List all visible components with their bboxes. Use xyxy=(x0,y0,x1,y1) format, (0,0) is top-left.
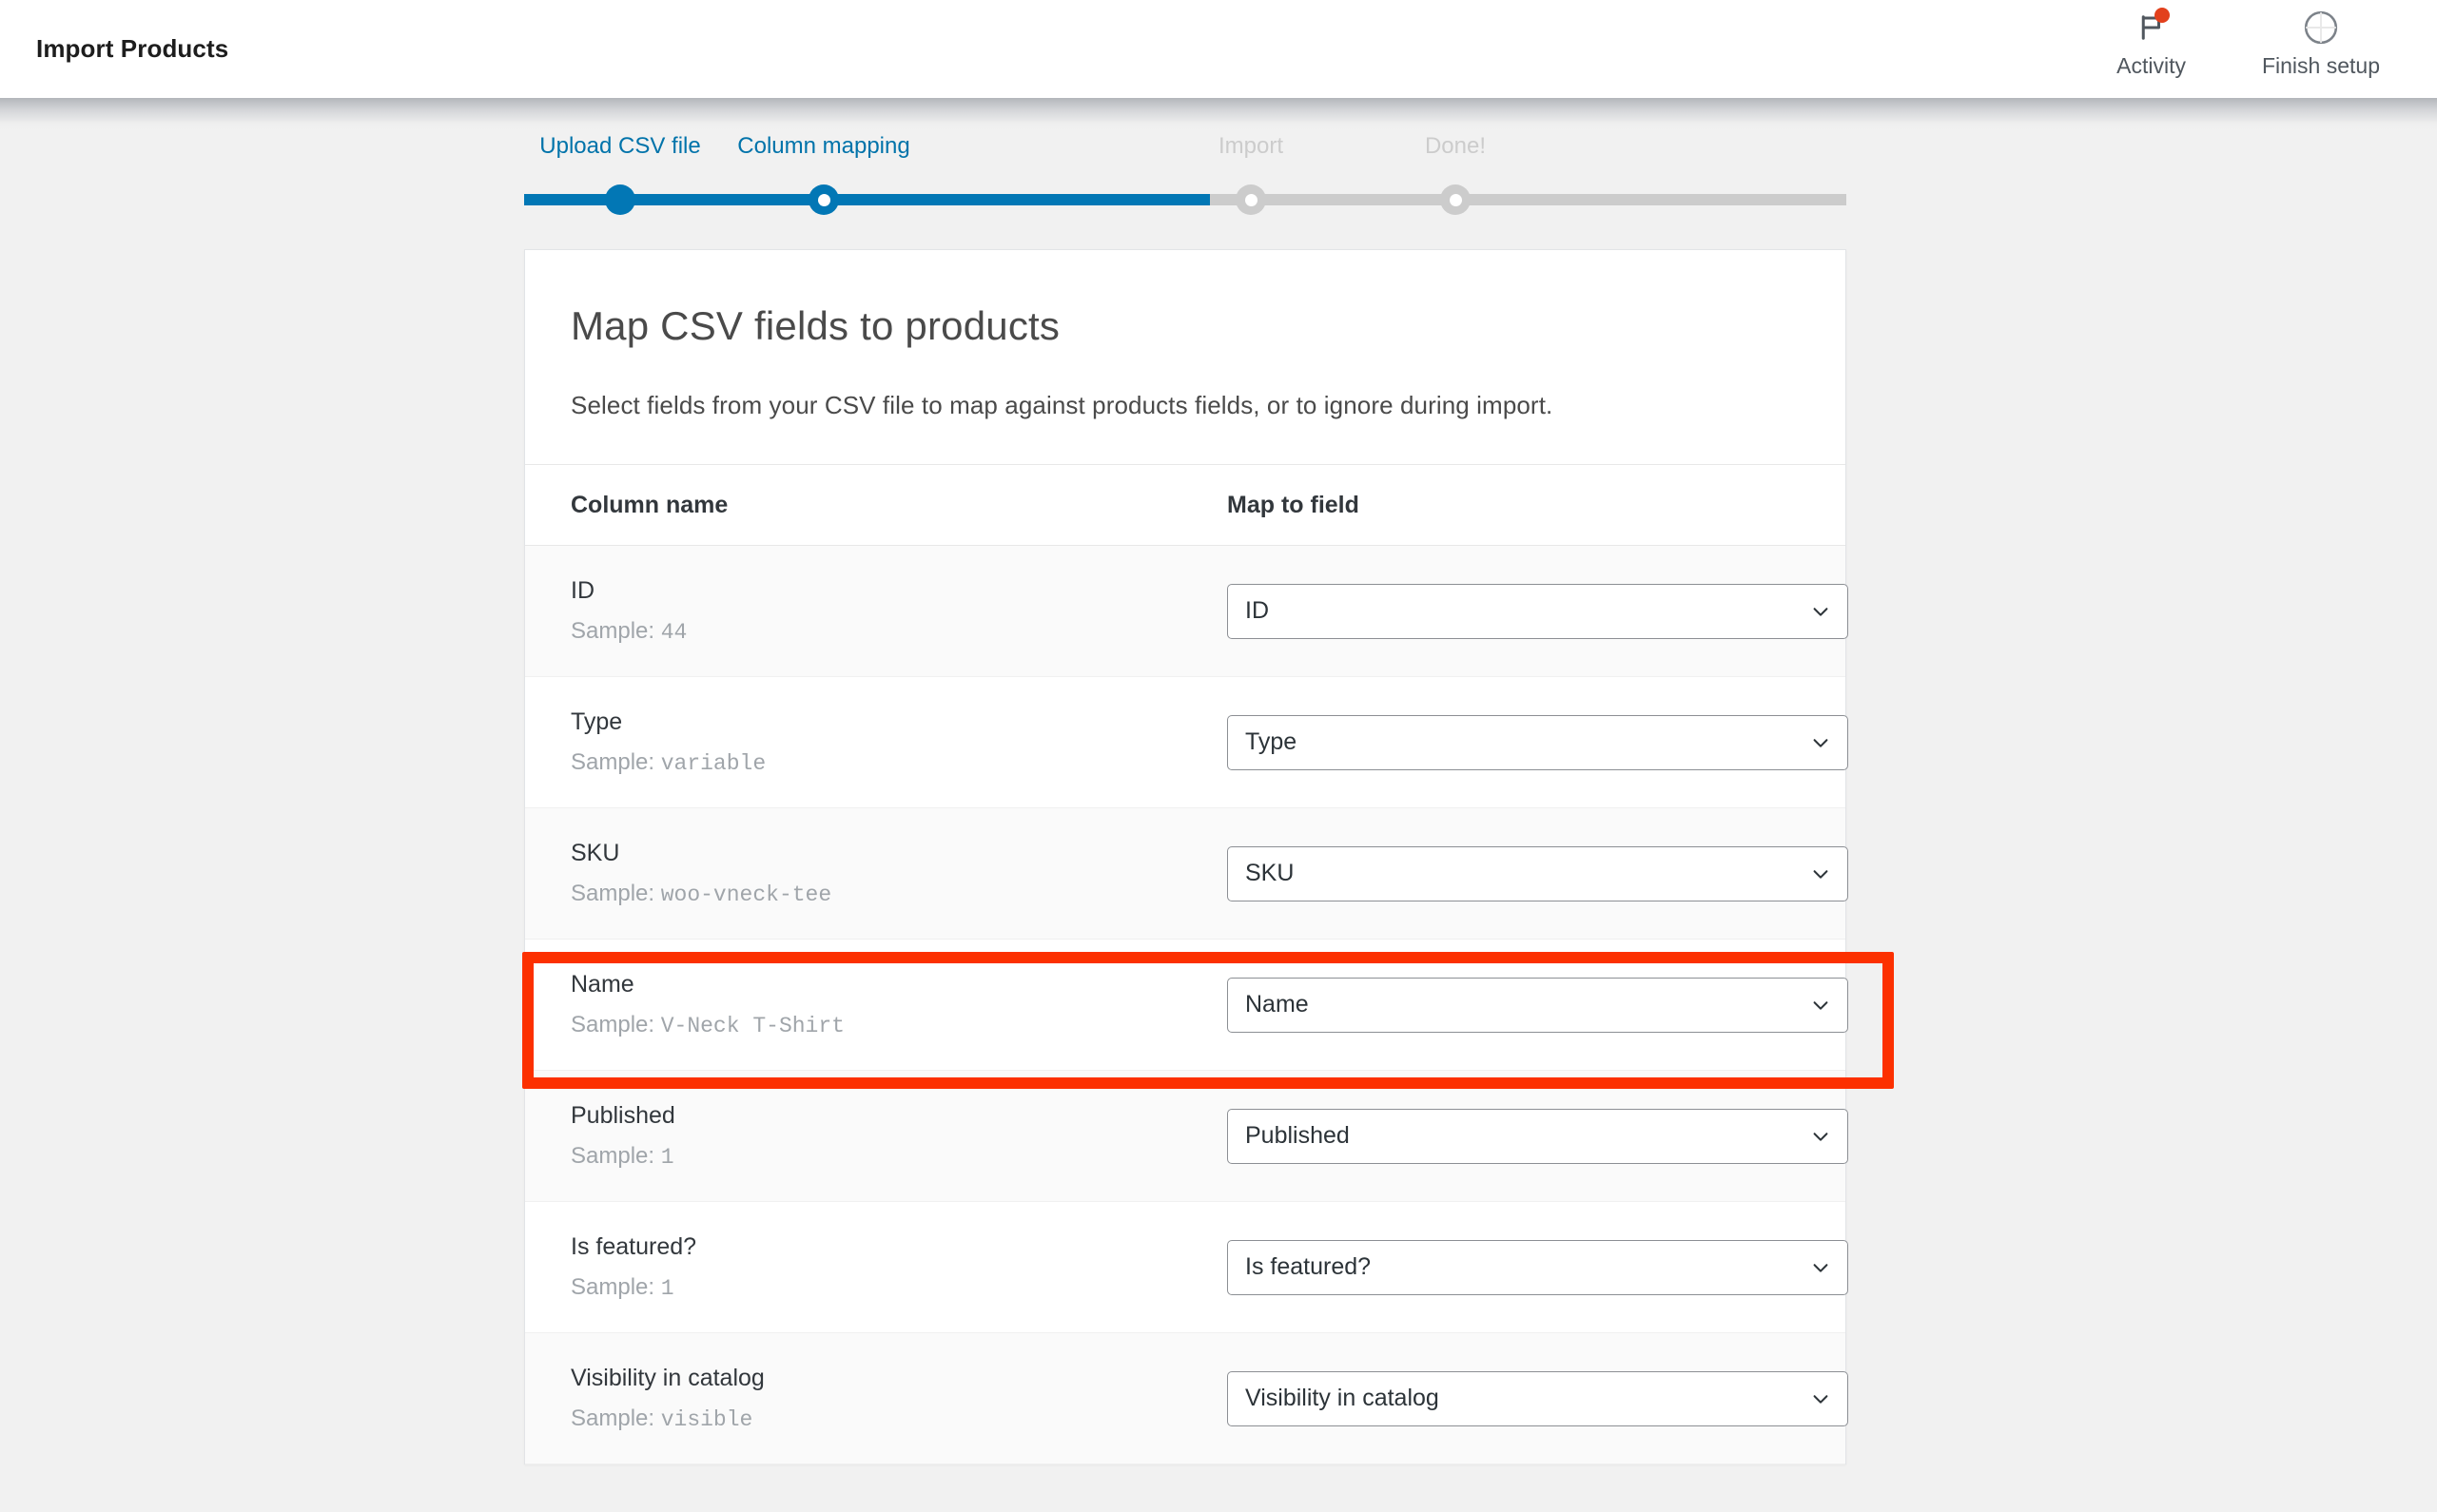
map-field-select-name[interactable]: Name xyxy=(1227,977,1848,1033)
app-header: Import Products Activity Finish setup xyxy=(0,0,2437,98)
sample-prefix: Sample: xyxy=(571,881,655,906)
csv-column-sample: Sample: visible xyxy=(571,1405,1227,1432)
column-name-cell: Type Sample: variable xyxy=(571,708,1227,776)
map-field-selected-value: Is featured? xyxy=(1245,1253,1372,1280)
map-to-field-cell: ID xyxy=(1227,583,1848,639)
csv-column-name: Type xyxy=(571,708,623,735)
chevron-down-icon xyxy=(1810,1388,1831,1409)
column-name-cell: Published Sample: 1 xyxy=(571,1102,1227,1170)
sample-prefix: Sample: xyxy=(571,749,655,775)
column-name-cell: Name Sample: V-Neck T-Shirt xyxy=(571,971,1227,1038)
map-to-field-cell: Visibility in catalog xyxy=(1227,1370,1848,1426)
finish-setup-label: Finish setup xyxy=(2261,53,2380,78)
csv-column-name: Published xyxy=(571,1102,675,1129)
map-to-field-cell: Published xyxy=(1227,1108,1848,1164)
csv-column-name: Visibility in catalog xyxy=(571,1365,765,1391)
column-name-cell: Visibility in catalog Sample: visible xyxy=(571,1365,1227,1432)
map-to-field-cell: Type xyxy=(1227,714,1848,770)
chevron-down-icon xyxy=(1810,995,1831,1016)
csv-column-sample: Sample: 1 xyxy=(571,1274,1227,1301)
step-dot-import xyxy=(1236,184,1266,215)
sample-prefix: Sample: xyxy=(571,1012,655,1037)
stepper-track xyxy=(524,194,1846,205)
sample-value: visible xyxy=(660,1407,753,1432)
chevron-down-icon xyxy=(1810,1126,1831,1147)
stepper-labels: Upload CSV file Column mapping Import Do… xyxy=(524,133,1846,179)
column-name-cell: SKU Sample: woo-vneck-tee xyxy=(571,840,1227,907)
table-row: Name Sample: V-Neck T-Shirt Name xyxy=(525,940,1848,1071)
card-description: Select fields from your CSV file to map … xyxy=(571,391,1553,419)
map-to-field-cell: SKU xyxy=(1227,845,1848,901)
step-dot-column-mapping[interactable] xyxy=(809,184,839,215)
mapping-card: Map CSV fields to products Select fields… xyxy=(524,249,1848,1464)
step-label-upload-csv-file[interactable]: Upload CSV file xyxy=(539,133,700,160)
chevron-down-icon xyxy=(1810,732,1831,753)
sample-value: 44 xyxy=(660,620,688,645)
table-row: ID Sample: 44 ID xyxy=(525,546,1848,677)
map-field-selected-value: Visibility in catalog xyxy=(1245,1385,1439,1411)
csv-column-sample: Sample: 44 xyxy=(571,618,1227,645)
page-title: Import Products xyxy=(36,34,229,63)
table-row: Is featured? Sample: 1 Is featured? xyxy=(525,1202,1848,1333)
step-dot-upload-csv-file[interactable] xyxy=(605,184,635,215)
csv-column-name: ID xyxy=(571,577,595,604)
step-label-done: Done! xyxy=(1424,133,1487,159)
activity-label: Activity xyxy=(2116,53,2186,78)
map-to-field-cell: Name xyxy=(1227,977,1848,1033)
csv-column-name: Name xyxy=(571,971,634,998)
chevron-down-icon xyxy=(1810,1257,1831,1278)
csv-column-sample: Sample: woo-vneck-tee xyxy=(571,881,1227,907)
map-field-select-sku[interactable]: SKU xyxy=(1227,845,1848,901)
csv-column-sample: Sample: variable xyxy=(571,749,1227,776)
progress-circle-icon xyxy=(2300,8,2342,48)
map-field-selected-value: Type xyxy=(1245,728,1297,755)
chevron-down-icon xyxy=(1810,601,1831,622)
flag-icon xyxy=(2131,8,2173,48)
map-field-select-type[interactable]: Type xyxy=(1227,714,1848,770)
header-shadow xyxy=(0,98,2437,130)
column-name-cell: ID Sample: 44 xyxy=(571,577,1227,645)
csv-column-sample: Sample: 1 xyxy=(571,1143,1227,1170)
sample-prefix: Sample: xyxy=(571,618,655,644)
table-row: Published Sample: 1 Published xyxy=(525,1071,1848,1202)
card-header: Map CSV fields to products Select fields… xyxy=(525,250,1845,464)
map-field-select-published[interactable]: Published xyxy=(1227,1108,1848,1164)
chevron-down-icon xyxy=(1810,863,1831,884)
table-header-row: Column name Map to field xyxy=(525,464,1845,546)
map-field-selected-value: SKU xyxy=(1245,860,1295,886)
table-row: Visibility in catalog Sample: visible Vi… xyxy=(525,1333,1848,1464)
sample-value: 1 xyxy=(660,1276,674,1301)
header-actions: Activity Finish setup xyxy=(2105,0,2391,98)
import-stepper: Upload CSV file Column mapping Import Do… xyxy=(524,133,1846,228)
step-label-import: Import xyxy=(1218,133,1284,159)
sample-value: woo-vneck-tee xyxy=(660,882,832,907)
map-field-select-visibility-in-catalog[interactable]: Visibility in catalog xyxy=(1227,1370,1848,1426)
csv-column-name: Is featured? xyxy=(571,1233,697,1260)
map-field-selected-value: Name xyxy=(1245,991,1309,1018)
sample-prefix: Sample: xyxy=(571,1405,655,1431)
map-field-selected-value: Published xyxy=(1245,1122,1350,1149)
csv-column-sample: Sample: V-Neck T-Shirt xyxy=(571,1012,1227,1038)
map-field-select-is-featured[interactable]: Is featured? xyxy=(1227,1239,1848,1295)
column-name-cell: Is featured? Sample: 1 xyxy=(571,1233,1227,1301)
table-row: Type Sample: variable Type xyxy=(525,677,1848,808)
map-field-select-id[interactable]: ID xyxy=(1227,583,1848,639)
sample-prefix: Sample: xyxy=(571,1143,655,1169)
column-header-map-to-field: Map to field xyxy=(1227,491,1359,518)
map-to-field-cell: Is featured? xyxy=(1227,1239,1848,1295)
table-row: SKU Sample: woo-vneck-tee SKU xyxy=(525,808,1848,940)
sample-value: 1 xyxy=(660,1145,674,1170)
activity-button[interactable]: Activity xyxy=(2105,8,2197,79)
csv-column-name: SKU xyxy=(571,840,620,866)
sample-value: variable xyxy=(660,751,767,776)
notification-badge-icon xyxy=(2154,8,2170,23)
sample-value: V-Neck T-Shirt xyxy=(660,1014,845,1038)
card-title: Map CSV fields to products xyxy=(571,303,1061,348)
column-header-column-name: Column name xyxy=(571,491,729,518)
step-dot-done xyxy=(1440,184,1471,215)
sample-prefix: Sample: xyxy=(571,1274,655,1300)
finish-setup-button[interactable]: Finish setup xyxy=(2251,8,2391,79)
map-field-selected-value: ID xyxy=(1245,597,1269,624)
step-label-column-mapping[interactable]: Column mapping xyxy=(737,133,909,160)
